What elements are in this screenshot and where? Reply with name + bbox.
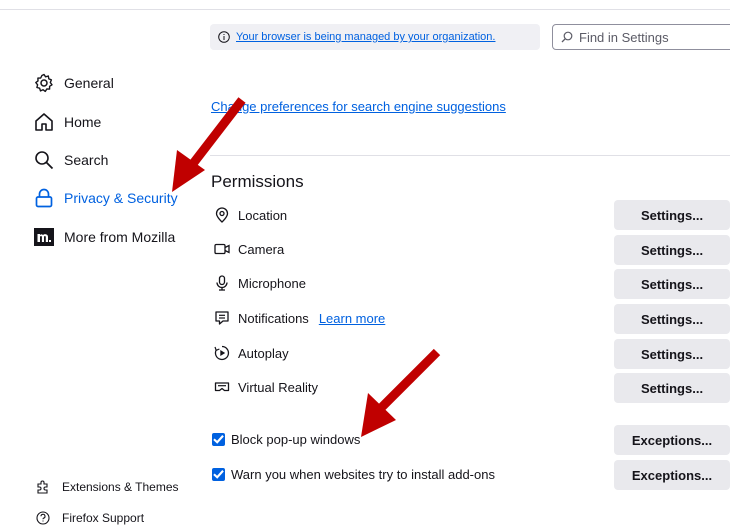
block-popups-label[interactable]: Block pop-up windows bbox=[231, 432, 360, 447]
gear-icon bbox=[35, 73, 53, 93]
mozilla-icon bbox=[34, 228, 54, 246]
footer-label: Firefox Support bbox=[62, 511, 145, 525]
checkmark-icon bbox=[213, 435, 224, 444]
puzzle-icon bbox=[37, 480, 48, 494]
permission-label: Camera bbox=[238, 241, 285, 257]
section-divider bbox=[210, 155, 730, 156]
autoplay-settings-button[interactable]: Settings... bbox=[614, 339, 730, 369]
sidebar-item-label: General bbox=[64, 75, 114, 91]
location-settings-button[interactable]: Settings... bbox=[614, 200, 730, 230]
sidebar-item-home[interactable]: Home bbox=[34, 110, 101, 134]
permission-label: Autoplay bbox=[238, 345, 289, 361]
camera-settings-button[interactable]: Settings... bbox=[614, 235, 730, 265]
sidebar-item-label: Search bbox=[64, 152, 109, 168]
microphone-settings-button[interactable]: Settings... bbox=[614, 269, 730, 299]
home-icon bbox=[35, 113, 53, 131]
sidebar-extensions-themes[interactable]: Extensions & Themes bbox=[36, 480, 179, 494]
warn-addons-label[interactable]: Warn you when websites try to install ad… bbox=[231, 467, 495, 482]
search-icon bbox=[561, 31, 573, 43]
permission-notifications: Notifications Learn more bbox=[214, 306, 385, 330]
managed-banner: Your browser is being managed by your or… bbox=[210, 24, 540, 50]
permission-label: Notifications bbox=[238, 310, 309, 326]
permission-label: Virtual Reality bbox=[238, 379, 318, 395]
search-icon bbox=[35, 151, 54, 170]
learn-more-link[interactable]: Learn more bbox=[319, 311, 385, 326]
block-popups-row: Block pop-up windows bbox=[212, 427, 360, 451]
sidebar-item-privacy-security[interactable]: Privacy & Security bbox=[34, 186, 178, 210]
popups-exceptions-button[interactable]: Exceptions... bbox=[614, 425, 730, 455]
block-popups-checkbox[interactable] bbox=[212, 432, 225, 446]
change-search-suggestions-link[interactable]: Change preferences for search engine sug… bbox=[211, 99, 506, 114]
sidebar-item-label: More from Mozilla bbox=[64, 229, 176, 245]
sidebar-item-search[interactable]: Search bbox=[34, 148, 108, 172]
sidebar-item-general[interactable]: General bbox=[34, 71, 114, 95]
notifications-settings-button[interactable]: Settings... bbox=[614, 304, 730, 334]
permission-label: Location bbox=[238, 207, 288, 223]
permission-virtual-reality: Virtual Reality bbox=[214, 375, 318, 399]
location-icon bbox=[215, 207, 229, 223]
notification-icon bbox=[215, 311, 229, 325]
camera-icon bbox=[214, 243, 230, 255]
search-placeholder: Find in Settings bbox=[579, 29, 669, 45]
help-icon bbox=[36, 511, 50, 525]
vr-icon bbox=[214, 382, 230, 392]
search-input[interactable]: Find in Settings bbox=[552, 24, 730, 50]
warn-addons-row: Warn you when websites try to install ad… bbox=[212, 462, 495, 486]
permissions-heading: Permissions bbox=[211, 172, 304, 191]
info-icon bbox=[218, 31, 230, 43]
checkmark-icon bbox=[213, 470, 224, 479]
footer-label: Extensions & Themes bbox=[62, 480, 179, 494]
addons-exceptions-button[interactable]: Exceptions... bbox=[614, 460, 730, 490]
lock-icon bbox=[35, 188, 53, 208]
managed-link[interactable]: Your browser is being managed by your or… bbox=[236, 31, 495, 43]
microphone-icon bbox=[216, 275, 228, 291]
permission-location: Location bbox=[214, 203, 287, 227]
sidebar-firefox-support[interactable]: Firefox Support bbox=[36, 511, 144, 525]
warn-addons-checkbox[interactable] bbox=[212, 467, 225, 481]
arrow-to-popups-icon bbox=[361, 348, 441, 437]
vr-settings-button[interactable]: Settings... bbox=[614, 373, 730, 403]
permission-label: Microphone bbox=[238, 275, 306, 291]
permission-microphone: Microphone bbox=[214, 271, 306, 295]
autoplay-icon bbox=[214, 345, 230, 361]
permission-autoplay: Autoplay bbox=[214, 341, 289, 365]
permission-camera: Camera bbox=[214, 237, 284, 261]
sidebar-item-label: Home bbox=[64, 114, 102, 130]
sidebar-item-more-from-mozilla[interactable]: More from Mozilla bbox=[34, 225, 175, 249]
sidebar-item-label: Privacy & Security bbox=[64, 190, 178, 206]
top-divider bbox=[0, 9, 730, 10]
